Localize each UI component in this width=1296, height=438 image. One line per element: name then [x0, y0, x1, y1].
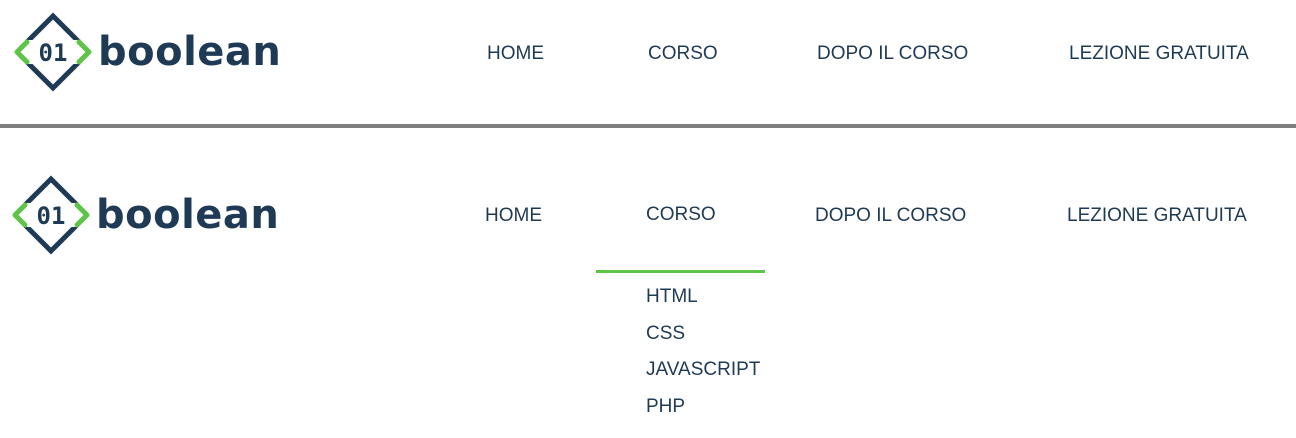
dropdown-item-css[interactable]: CSS — [646, 321, 760, 358]
nav-item-corso[interactable]: CORSO — [648, 43, 718, 65]
nav-item-lezione-gratuita[interactable]: LEZIONE GRATUITA — [1067, 205, 1247, 227]
nav-item-dopo-il-corso[interactable]: DOPO IL CORSO — [817, 43, 968, 65]
site-header-default: 01 boolean HOME CORSO DOPO IL CORSO LEZI… — [0, 0, 1296, 110]
section-divider — [0, 124, 1296, 128]
nav-item-home[interactable]: HOME — [485, 205, 542, 227]
nav-item-dopo-il-corso[interactable]: DOPO IL CORSO — [815, 205, 966, 227]
dropdown-item-html[interactable]: HTML — [646, 284, 760, 321]
main-nav: HOME CORSO DOPO IL CORSO LEZIONE GRATUIT… — [0, 162, 1296, 272]
nav-item-home[interactable]: HOME — [487, 43, 544, 65]
nav-item-corso-active[interactable]: CORSO — [646, 204, 716, 226]
dropdown-item-javascript[interactable]: JAVASCRIPT — [646, 357, 760, 394]
site-header-hover: 01 boolean HOME CORSO DOPO IL CORSO LEZI… — [0, 162, 1296, 272]
dropdown-top-border — [596, 270, 765, 273]
nav-item-lezione-gratuita[interactable]: LEZIONE GRATUITA — [1069, 43, 1249, 65]
corso-dropdown-menu: HTML CSS JAVASCRIPT PHP — [646, 284, 760, 430]
main-nav: HOME CORSO DOPO IL CORSO LEZIONE GRATUIT… — [0, 0, 1296, 110]
dropdown-item-php[interactable]: PHP — [646, 394, 760, 431]
